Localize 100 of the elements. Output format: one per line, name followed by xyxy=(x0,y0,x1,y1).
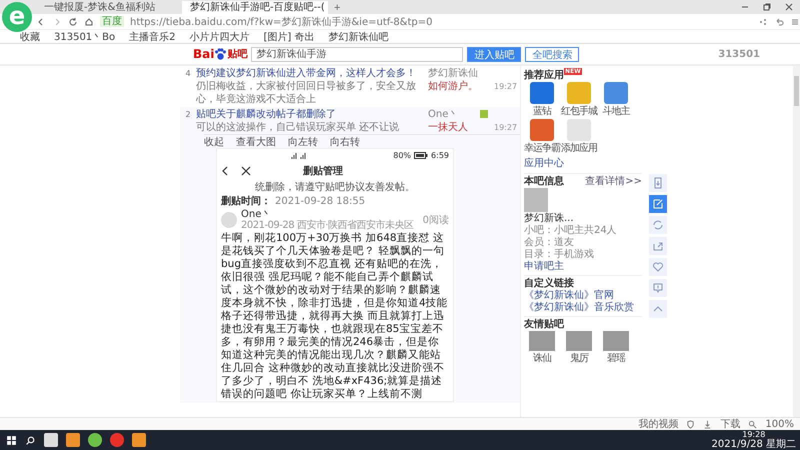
bar-info: 小吧：小吧主共24人 xyxy=(524,225,618,236)
top-button[interactable] xyxy=(649,300,667,318)
app-icon[interactable] xyxy=(66,433,80,447)
reply-count: 4 xyxy=(184,68,192,80)
avatar-placeholder xyxy=(524,188,548,212)
search-field[interactable]: 梦幻新诛仙手游 xyxy=(251,46,464,62)
music-app-icon[interactable] xyxy=(110,433,124,447)
read-count: 0阅读 xyxy=(422,214,449,227)
section-title: 本吧信息 xyxy=(524,174,564,188)
section-title: 友情贴吧 xyxy=(524,318,564,330)
share-button[interactable] xyxy=(649,237,667,255)
reply-time: 19:27 xyxy=(494,122,518,134)
close-icon xyxy=(241,166,251,176)
delete-time: 2021-09-28 18:55 xyxy=(275,196,366,206)
undo-icon[interactable] xyxy=(774,16,784,26)
heart-icon xyxy=(652,261,664,273)
browser-tab[interactable]: 梦幻新诛仙手游吧-百度贴吧--( xyxy=(182,1,328,14)
section-title: 推荐应用 xyxy=(524,68,564,82)
bookmark-link[interactable]: 收藏 xyxy=(20,30,40,44)
apply-link[interactable]: 申请吧主 xyxy=(524,261,642,272)
new-tab-button[interactable]: + xyxy=(328,2,346,14)
last-reply-user[interactable]: 一抹天人 xyxy=(428,121,480,134)
custom-link[interactable]: 《梦幻新诛仙》官网 xyxy=(524,290,642,301)
thread-title[interactable]: 预约建议梦幻新诛仙进入带金网，这样人才会多！ xyxy=(196,67,424,80)
friend-bar-link[interactable]: 碧瑶 xyxy=(607,351,625,365)
refresh-icon xyxy=(652,219,664,231)
app-center-link[interactable]: 应用中心 xyxy=(524,156,642,170)
details-link[interactable]: 查看详情>> xyxy=(585,174,642,188)
edit-button[interactable] xyxy=(649,195,667,213)
battery-icon xyxy=(414,152,428,159)
heart-button[interactable] xyxy=(649,258,667,276)
thread-title[interactable]: 贴吧关于麒麟改动帖子都删除了 xyxy=(196,108,424,121)
bookmark-link[interactable]: 小片片四大片 xyxy=(190,30,250,44)
browser-app-icon[interactable] xyxy=(88,433,102,447)
thread-author[interactable]: 梦幻新诛仙 xyxy=(428,67,480,80)
reply-count: 2 xyxy=(184,109,192,121)
app-label[interactable]: 红包手城 xyxy=(561,104,597,118)
scrollbar[interactable] xyxy=(793,66,800,417)
image-tool-link[interactable]: 向右转 xyxy=(330,134,360,148)
search-icon[interactable] xyxy=(25,434,36,446)
custom-link[interactable]: 《梦幻新诛仙》音乐欣赏 xyxy=(524,302,642,313)
refresh-icon[interactable] xyxy=(68,16,78,26)
app-icon[interactable] xyxy=(132,433,146,447)
bookmark-link[interactable]: 313501丶Bo xyxy=(54,30,116,44)
app-icon[interactable] xyxy=(530,82,554,104)
app-label[interactable]: 蓝钻 xyxy=(533,104,551,118)
close-icon[interactable] xyxy=(784,2,794,12)
app-label[interactable]: 添加应用 xyxy=(561,141,597,155)
bookmark-link[interactable]: [图片] 奇出 xyxy=(264,30,315,44)
bar-name: 梦幻新诛... xyxy=(524,213,575,224)
delete-time-label: 删贴时间： xyxy=(221,194,271,208)
thread-excerpt: 可以的这波操作，自己错误玩家买单 还不让说 xyxy=(196,121,400,134)
reply-time: 19:27 xyxy=(494,81,518,93)
user-name: One丶 xyxy=(241,209,272,220)
report-icon xyxy=(652,282,664,294)
download-icon[interactable] xyxy=(703,420,712,428)
app-icon[interactable] xyxy=(604,82,628,104)
app-icon[interactable] xyxy=(530,119,554,141)
tieba-logo[interactable]: Bai 贴吧 xyxy=(193,47,248,61)
zoom-level[interactable]: 100% xyxy=(765,418,794,430)
member-count: 313501 xyxy=(718,48,760,60)
share-icon[interactable] xyxy=(758,16,768,26)
image-tool-link[interactable]: 向左转 xyxy=(288,134,318,148)
phone-clock: 6:59 xyxy=(431,151,449,160)
windows-start-icon[interactable] xyxy=(6,434,17,446)
bookmark-link[interactable]: 主播音乐2 xyxy=(129,30,176,44)
app-label[interactable]: 斗地主 xyxy=(602,104,630,118)
menu-icon[interactable] xyxy=(790,16,800,26)
delete-notice: 统删除，请遵守贴吧协议友善发帖。 xyxy=(254,180,416,194)
bookmark-link[interactable]: 梦幻新诛仙吧 xyxy=(328,30,389,44)
taskbar-time[interactable]: 19:28 xyxy=(742,430,766,438)
bar-info: 会员：道友 xyxy=(524,237,575,248)
my-video-link[interactable]: 我的视频 xyxy=(638,417,678,431)
image-tool-link[interactable]: 查看大图 xyxy=(236,134,276,148)
report-button[interactable] xyxy=(649,279,667,297)
friend-bar-link[interactable]: 鬼厉 xyxy=(570,351,588,365)
bar-info: 目录：手机游戏 xyxy=(524,249,595,260)
last-reply-user[interactable]: 如何游户。 xyxy=(428,80,480,93)
taskbar-date[interactable]: 2021/9/28 星期二 xyxy=(712,438,796,450)
battery-level: 80% xyxy=(393,151,412,160)
search-button[interactable]: 进入贴吧 xyxy=(467,46,522,62)
app-icon[interactable] xyxy=(44,433,58,447)
restore-icon[interactable] xyxy=(762,2,772,12)
share-icon xyxy=(652,240,664,252)
avatar-placeholder xyxy=(221,212,237,228)
section-title: 自定义链接 xyxy=(524,276,574,290)
download-button[interactable] xyxy=(649,174,667,192)
post-meta: 2021-09-28 西安市·陕西省西安市未央区 xyxy=(241,220,415,231)
post-body: 牛啊，刚花100万+30万换书 加648直接怼 这是花钱买了个几天体验卷是吧？ 轻飘飘的一句bug直接强度砍到不忍直视 还有贴吧的在洗，依旧很强 强尼玛呢？能不能自己弄个麒麟试试，这个微妙的改动对于结果的影响？麒麟速度本身就不快，除非打迅捷，但是你知道4技能格子还得带迅捷，就得再大换 而且就算打上迅捷也没有鬼王万毒快，也就跟现在85宝宝差不多，有卵用？最完美的情况246暴击，但是你知道这种完美的情况能出现几次？麒麟又能站住几回合 这种微妙的改动直接就比没进阶强不了多少了，明白不 洗地&#xF436;就算是描述错误的问题吧 你让玩家买单？上线前不测 xyxy=(221,232,449,401)
search-button[interactable]: 全吧搜索 xyxy=(525,46,580,62)
refresh-button[interactable] xyxy=(649,216,667,234)
download-link[interactable]: 下载 xyxy=(720,417,740,431)
browser-tab[interactable]: 一键报厦-梦诛&鱼福利站 xyxy=(36,1,182,14)
zoom-icon[interactable] xyxy=(748,420,758,428)
app-label[interactable]: 幸运争霸 xyxy=(524,141,560,155)
friend-bar-link[interactable]: 诛仙 xyxy=(533,351,551,365)
image-tool-link[interactable]: 收起 xyxy=(204,134,224,148)
shield-icon[interactable] xyxy=(686,420,696,428)
url-field[interactable]: https://tieba.baidu.com/f?kw=梦幻新诛仙手游&ie=utf-8&tp=0 xyxy=(130,14,432,28)
home-icon[interactable] xyxy=(84,16,94,26)
